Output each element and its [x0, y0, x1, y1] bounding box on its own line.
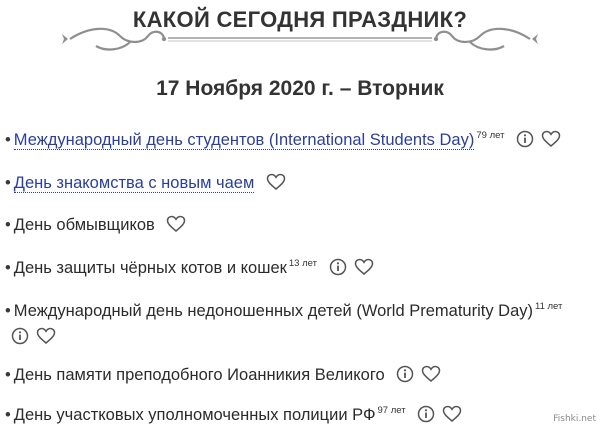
holiday-item: • Международный день недоношенных детей (…	[5, 300, 580, 348]
heart-outline-icon[interactable]	[266, 173, 284, 191]
age-label: 97 лет	[377, 405, 405, 416]
heart-outline-icon[interactable]	[421, 365, 439, 383]
age-label: 13 лет	[289, 258, 317, 269]
holiday-item: • День защиты чёрных котов и кошек 13 лет	[5, 257, 580, 282]
info-circle-icon[interactable]	[329, 258, 347, 276]
watermark: Fishki.net	[553, 414, 596, 424]
bullet: •	[5, 131, 11, 149]
holiday-name: День участковых уполномоченных полиции Р…	[14, 406, 376, 424]
holiday-name: Международный день недоношенных детей (W…	[14, 302, 533, 320]
holiday-name: День памяти преподобного Иоанникия Велик…	[14, 366, 385, 384]
heart-outline-icon[interactable]	[166, 215, 184, 233]
bullet: •	[5, 259, 11, 277]
holiday-list: • Международный день студентов (Internati…	[0, 0, 600, 427]
holiday-item: • День знакомства с новым чаем	[5, 172, 580, 194]
holiday-name: День защиты чёрных котов и кошек	[14, 259, 287, 277]
age-label: 79 лет	[476, 130, 504, 141]
bullet: •	[5, 406, 11, 424]
holiday-item: • День участковых уполномоченных полиции …	[5, 404, 580, 427]
heart-outline-icon[interactable]	[541, 130, 559, 148]
info-circle-icon[interactable]	[396, 365, 414, 383]
heart-outline-icon[interactable]	[442, 405, 460, 423]
holiday-link[interactable]: День знакомства с новым чаем	[14, 174, 255, 193]
bullet: •	[5, 216, 11, 234]
bullet: •	[5, 174, 11, 192]
bullet: •	[5, 302, 11, 320]
info-circle-icon[interactable]	[11, 327, 29, 345]
heart-outline-icon[interactable]	[36, 327, 54, 345]
info-circle-icon[interactable]	[516, 130, 534, 148]
holiday-link[interactable]: Международный день студентов (Internatio…	[14, 131, 475, 150]
heart-outline-icon[interactable]	[354, 258, 372, 276]
age-label: 11 лет	[535, 301, 562, 312]
holiday-item: • День обмывщиков	[5, 214, 580, 236]
info-circle-icon[interactable]	[417, 405, 435, 423]
holiday-item: • Международный день студентов (Internati…	[5, 129, 580, 154]
bullet: •	[5, 366, 11, 384]
holiday-item: • День памяти преподобного Иоанникия Вели…	[5, 364, 580, 386]
holiday-name: День обмывщиков	[14, 216, 155, 234]
holiday-actions	[5, 326, 580, 348]
